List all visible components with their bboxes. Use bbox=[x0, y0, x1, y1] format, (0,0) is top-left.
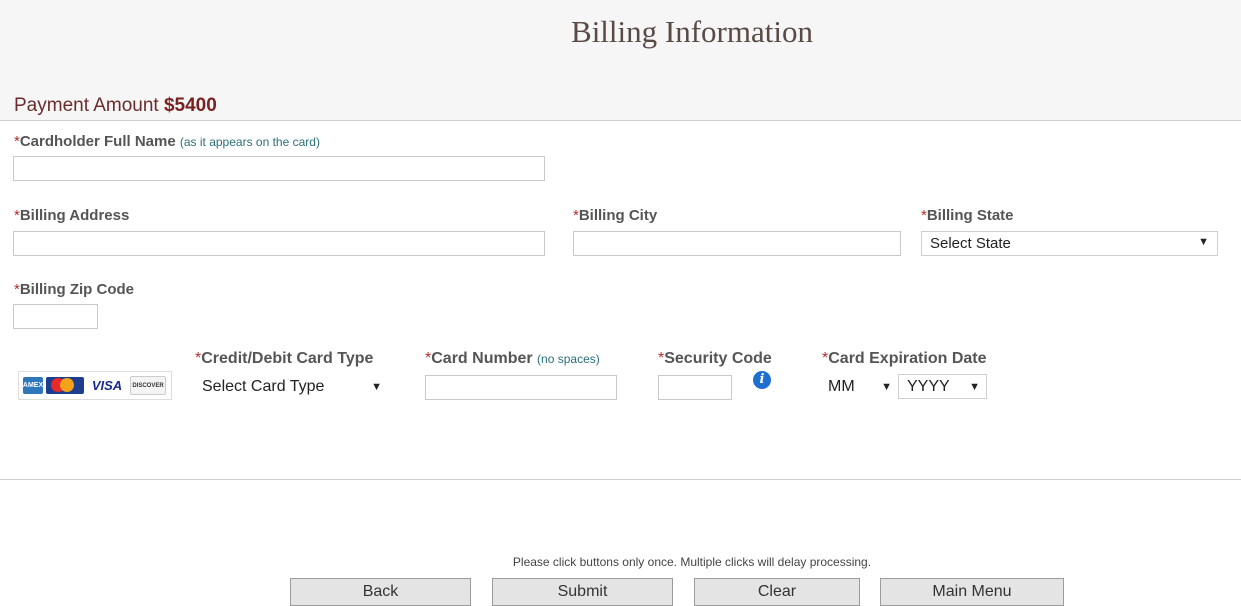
info-icon[interactable]: i bbox=[753, 371, 771, 389]
cardholder-label: *Cardholder Full Name (as it appears on … bbox=[14, 133, 320, 150]
payment-amount-line: Payment Amount $5400 bbox=[14, 95, 217, 117]
chevron-down-icon: ▼ bbox=[881, 381, 892, 393]
expiration-year-select[interactable]: YYYY ▼ bbox=[898, 374, 987, 399]
card-number-hint: (no spaces) bbox=[537, 352, 600, 366]
expiration-year-value: YYYY bbox=[907, 378, 950, 395]
mastercard-logo-icon bbox=[46, 377, 84, 394]
card-type-select[interactable]: Select Card Type ▼ bbox=[196, 374, 386, 399]
billing-city-input[interactable] bbox=[573, 231, 901, 256]
billing-address-label: *Billing Address bbox=[14, 207, 130, 224]
billing-zip-input[interactable] bbox=[13, 304, 98, 329]
divider-bottom bbox=[0, 479, 1241, 480]
visa-logo-icon: VISA bbox=[87, 377, 127, 394]
card-number-input[interactable] bbox=[425, 375, 617, 400]
back-button[interactable]: Back bbox=[290, 578, 471, 606]
expiration-month-select[interactable]: MM ▼ bbox=[822, 374, 896, 399]
page-title: Billing Information bbox=[571, 14, 813, 49]
submit-button[interactable]: Submit bbox=[492, 578, 673, 606]
chevron-down-icon: ▼ bbox=[1198, 236, 1209, 248]
billing-address-input[interactable] bbox=[13, 231, 545, 256]
chevron-down-icon: ▼ bbox=[371, 381, 382, 393]
card-type-label: *Credit/Debit Card Type bbox=[195, 350, 374, 367]
processing-notice: Please click buttons only once. Multiple… bbox=[512, 555, 872, 569]
expiration-month-value: MM bbox=[828, 378, 855, 395]
chevron-down-icon: ▼ bbox=[969, 381, 980, 393]
payment-amount-value: $5400 bbox=[163, 95, 217, 116]
security-code-input[interactable] bbox=[658, 375, 732, 400]
billing-city-label: *Billing City bbox=[573, 207, 658, 224]
card-number-label: *Card Number (no spaces) bbox=[425, 350, 600, 367]
billing-state-label: *Billing State bbox=[921, 207, 1014, 224]
accepted-cards-logos: AMEX VISA DISCOVER bbox=[18, 371, 172, 400]
main-menu-button[interactable]: Main Menu bbox=[880, 578, 1064, 606]
billing-zip-label: *Billing Zip Code bbox=[14, 281, 134, 298]
discover-logo-icon: DISCOVER bbox=[130, 376, 166, 395]
card-expiration-label: *Card Expiration Date bbox=[822, 350, 987, 367]
billing-state-select[interactable]: Select State ▼ bbox=[921, 231, 1218, 256]
cardholder-name-input[interactable] bbox=[13, 156, 545, 181]
card-type-value: Select Card Type bbox=[202, 378, 325, 395]
divider-top bbox=[0, 120, 1241, 121]
clear-button[interactable]: Clear bbox=[694, 578, 860, 606]
cardholder-hint: (as it appears on the card) bbox=[179, 135, 320, 149]
payment-amount-label: Payment Amount bbox=[14, 95, 159, 116]
amex-logo-icon: AMEX bbox=[23, 377, 43, 394]
billing-state-value: Select State bbox=[930, 235, 1011, 252]
security-code-label: *Security Code bbox=[658, 350, 772, 367]
